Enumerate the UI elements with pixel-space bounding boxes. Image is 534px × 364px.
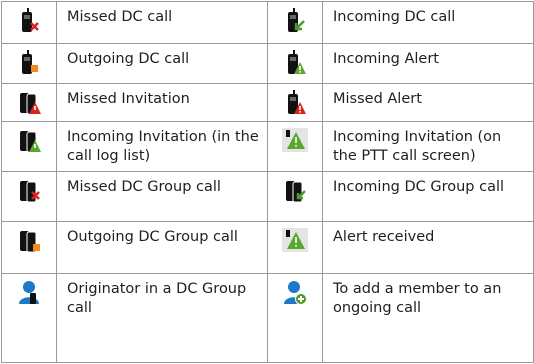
legend-label: Alert received [322,221,534,274]
legend-label: Incoming DC Group call [322,171,534,222]
missed-alert-icon [268,90,322,116]
incoming-dc-group-call-icon [268,178,322,204]
legend-row: Missed Invitation Missed Alert [1,83,534,122]
legend-label: Incoming Invitation (in the call log lis… [56,121,268,172]
legend-label: To add a member to an ongoing call [322,273,534,363]
legend-row: Incoming Invitation (in the call log lis… [1,121,534,172]
incoming-alert-icon [268,50,322,76]
legend-label: Outgoing DC call [56,43,268,84]
outgoing-dc-group-call-icon [2,228,56,254]
legend-row: Originator in a DC Group call To add a m… [1,273,534,363]
missed-dc-call-icon [2,8,56,34]
legend-label: Missed Invitation [56,83,268,122]
legend-label: Missed DC call [56,1,268,44]
missed-invitation-icon [2,90,56,116]
legend-row: Outgoing DC call Incoming Alert [1,43,534,84]
legend-label: Originator in a DC Group call [56,273,268,363]
legend-row: Outgoing DC Group call Alert received [1,221,534,274]
alert-received-icon [268,228,322,252]
legend-label: Incoming Alert [322,43,534,84]
incoming-invitation-ptt-icon [268,128,322,152]
legend-label: Missed DC Group call [56,171,268,222]
legend-label: Outgoing DC Group call [56,221,268,274]
call-icon-legend-table: Missed DC call Incoming DC call Outgoing… [1,1,534,363]
originator-icon [2,280,56,306]
missed-dc-group-call-icon [2,178,56,204]
incoming-dc-call-icon [268,8,322,34]
legend-label: Incoming DC call [322,1,534,44]
outgoing-dc-call-icon [2,50,56,76]
legend-label: Missed Alert [322,83,534,122]
add-member-icon [268,280,322,306]
legend-label: Incoming Invitation (on the PTT call scr… [322,121,534,172]
incoming-invitation-log-icon [2,128,56,154]
legend-row: Missed DC call Incoming DC call [1,1,534,44]
legend-row: Missed DC Group call Incoming DC Group c… [1,171,534,222]
